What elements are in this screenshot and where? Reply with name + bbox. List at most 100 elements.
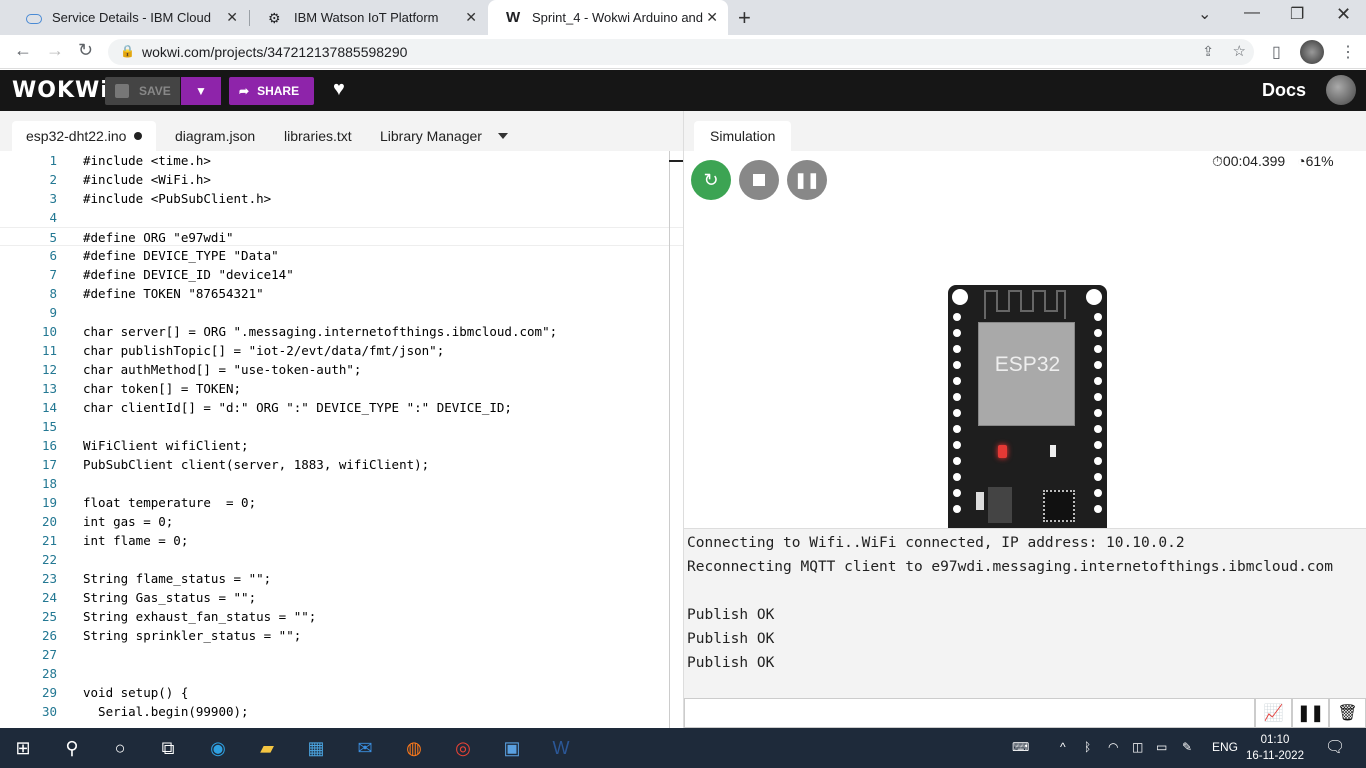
browser-tab-watson[interactable]: ⚙ IBM Watson IoT Platform ✕ [250, 0, 487, 35]
code-line[interactable]: 8 #define TOKEN "87654321" [0, 284, 683, 303]
show-hidden-icon[interactable]: ^ [1060, 740, 1066, 754]
esp32-pin[interactable] [1094, 473, 1102, 481]
side-panel-icon[interactable]: ▯ [1272, 42, 1281, 62]
esp32-pin[interactable] [1094, 377, 1102, 385]
esp32-pin[interactable] [953, 345, 961, 353]
file-explorer-icon[interactable]: ▰ [255, 736, 279, 760]
heart-icon[interactable]: ♥ [333, 78, 345, 101]
esp32-pin[interactable] [953, 425, 961, 433]
code-editor[interactable]: 1 #include <time.h> 2 #include <WiFi.h> 3 #in… [0, 151, 683, 728]
url-input[interactable]: 🔒 wokwi.com/projects/347212137885598290 … [108, 39, 1254, 65]
word-icon[interactable]: W [549, 736, 573, 760]
close-tab-icon[interactable]: ✕ [706, 9, 718, 26]
pause-button[interactable]: ❚❚ [787, 160, 827, 200]
esp32-pin[interactable] [953, 473, 961, 481]
tab-library-manager[interactable]: Library Manager [366, 121, 496, 151]
code-line[interactable]: 19 float temperature = 0; [0, 493, 683, 512]
code-line[interactable]: 1 #include <time.h> [0, 151, 683, 170]
forward-icon[interactable]: → [46, 40, 64, 61]
code-line[interactable]: 15 [0, 417, 683, 436]
close-tab-icon[interactable]: ✕ [465, 9, 477, 26]
tabs-dropdown-icon[interactable] [498, 133, 508, 139]
tab-simulation[interactable]: Simulation [694, 121, 792, 151]
esp32-pin[interactable] [1094, 393, 1102, 401]
esp32-pin[interactable] [1094, 441, 1102, 449]
esp32-pin[interactable] [953, 329, 961, 337]
language-indicator[interactable]: ENG [1212, 740, 1238, 754]
tab-search-icon[interactable]: ⌄ [1198, 4, 1211, 24]
esp32-pin[interactable] [1094, 409, 1102, 417]
code-line[interactable]: 6 #define DEVICE_TYPE "Data" [0, 246, 683, 265]
code-line[interactable]: 18 [0, 474, 683, 493]
code-line[interactable]: 20 int gas = 0; [0, 512, 683, 531]
meet-now-icon[interactable]: ◫ [1132, 740, 1143, 754]
code-line[interactable]: 7 #define DEVICE_ID "device14" [0, 265, 683, 284]
browser-tab-ibm-cloud[interactable]: Service Details - IBM Cloud ✕ [8, 0, 248, 35]
esp32-pin[interactable] [953, 377, 961, 385]
tab-diagram-json[interactable]: diagram.json [161, 121, 269, 151]
esp32-pin[interactable] [953, 489, 961, 497]
code-line[interactable]: 11 char publishTopic[] = "iot-2/evt/data/… [0, 341, 683, 360]
photos-icon[interactable]: ▣ [500, 736, 524, 760]
firefox-icon[interactable]: ◍ [402, 736, 426, 760]
code-line[interactable]: 28 [0, 664, 683, 683]
esp32-board[interactable]: ESP32 [948, 285, 1107, 528]
docs-link[interactable]: Docs [1262, 80, 1306, 101]
code-line[interactable]: 24 String Gas_status = ""; [0, 588, 683, 607]
code-line[interactable]: 13 char token[] = TOKEN; [0, 379, 683, 398]
code-line[interactable]: 30 Serial.begin(99900); [0, 702, 683, 721]
bookmark-star-icon[interactable]: ☆ [1233, 42, 1246, 60]
tab-libraries-txt[interactable]: libraries.txt [270, 121, 366, 151]
share-button[interactable]: ➦ SHARE [229, 77, 314, 105]
esp32-pin[interactable] [953, 441, 961, 449]
task-view-icon[interactable]: ⧉ [156, 736, 180, 760]
esp32-pin[interactable] [1094, 425, 1102, 433]
clock[interactable]: 01:10 16-11-2022 [1246, 732, 1304, 764]
mail-icon[interactable]: ✉ [353, 736, 377, 760]
code-line[interactable]: 27 [0, 645, 683, 664]
code-line[interactable]: 3 #include <PubSubClient.h> [0, 189, 683, 208]
reload-icon[interactable]: ↻ [78, 40, 93, 61]
stop-button[interactable] [739, 160, 779, 200]
esp32-pin[interactable] [953, 409, 961, 417]
wifi-icon[interactable]: ◠ [1108, 740, 1118, 754]
serial-clear-button[interactable]: 🗑 [1329, 698, 1366, 728]
battery-icon[interactable]: ▭ [1156, 740, 1167, 754]
esp32-pin[interactable] [953, 505, 961, 513]
esp32-pin[interactable] [1094, 361, 1102, 369]
esp32-pin[interactable] [953, 393, 961, 401]
esp32-pin[interactable] [1094, 345, 1102, 353]
store-icon[interactable]: ▦ [304, 736, 328, 760]
cortana-icon[interactable]: ○ [108, 736, 132, 760]
new-tab-icon[interactable]: + [738, 5, 751, 31]
code-line[interactable]: 29 void setup() { [0, 683, 683, 702]
edge-icon[interactable]: ◉ [206, 736, 230, 760]
code-line[interactable]: 25 String exhaust_fan_status = ""; [0, 607, 683, 626]
code-line[interactable]: 9 [0, 303, 683, 322]
maximize-icon[interactable]: ❐ [1290, 4, 1304, 24]
code-line[interactable]: 4 [0, 208, 683, 227]
wokwi-logo[interactable]: WOKWi [12, 78, 109, 103]
esp32-pin[interactable] [953, 361, 961, 369]
code-line[interactable]: 26 String sprinkler_status = ""; [0, 626, 683, 645]
menu-kebab-icon[interactable]: ⋮ [1340, 42, 1356, 62]
close-tab-icon[interactable]: ✕ [226, 9, 238, 26]
esp32-pin[interactable] [953, 313, 961, 321]
plotter-button[interactable]: 📈 [1255, 698, 1292, 728]
esp32-pin[interactable] [1094, 505, 1102, 513]
code-line[interactable]: 21 int flame = 0; [0, 531, 683, 550]
browser-tab-wokwi[interactable]: W Sprint_4 - Wokwi Arduino and ES ✕ [488, 0, 728, 35]
save-button[interactable]: SAVE [105, 77, 180, 105]
notifications-icon[interactable]: 🗨 [1325, 737, 1345, 757]
profile-avatar[interactable] [1300, 40, 1324, 64]
code-line[interactable]: 17 PubSubClient client(server, 1883, wifi… [0, 455, 683, 474]
code-line[interactable]: 23 String flame_status = ""; [0, 569, 683, 588]
restart-button[interactable]: ↻ [691, 160, 731, 200]
code-line[interactable]: 5 #define ORG "e97wdi" [0, 227, 683, 246]
user-avatar[interactable] [1326, 75, 1356, 105]
pen-icon[interactable]: ✎ [1182, 740, 1192, 754]
back-icon[interactable]: ← [14, 40, 32, 61]
esp32-pin[interactable] [1094, 313, 1102, 321]
keyboard-icon[interactable]: ⌨ [1012, 740, 1029, 754]
esp32-pin[interactable] [1094, 489, 1102, 497]
